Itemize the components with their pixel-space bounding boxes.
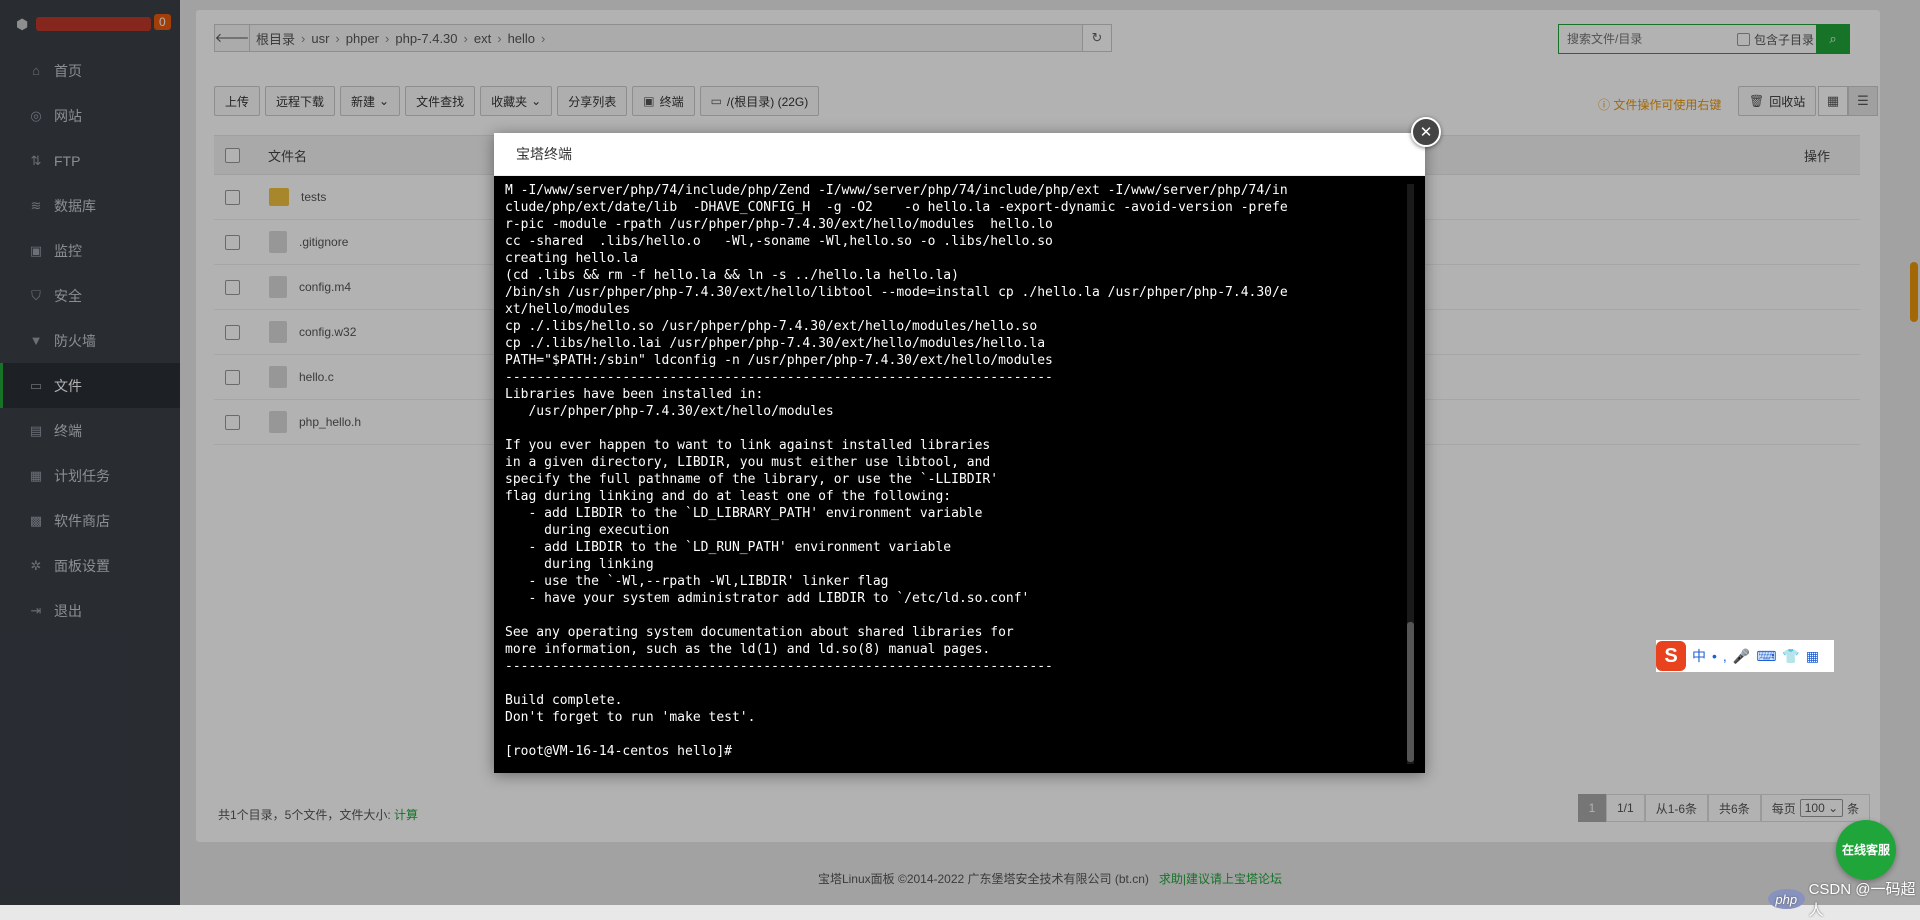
terminal-output: M -I/www/server/php/74/include/php/Zend … [505, 183, 1288, 759]
watermark: php CSDN @一码超人 [1762, 878, 1920, 920]
ime-toolbar[interactable]: S 中•,🎤⌨👕▦ [1656, 640, 1834, 672]
close-icon: ✕ [1419, 124, 1433, 141]
close-button[interactable]: ✕ [1411, 117, 1441, 147]
terminal-screen[interactable]: M -I/www/server/php/74/include/php/Zend … [494, 176, 1425, 773]
dialog-title: 宝塔终端 [494, 133, 1425, 176]
watermark-text: CSDN @一码超人 [1808, 881, 1916, 919]
ime-controls: 中•,🎤⌨👕▦ [1692, 648, 1826, 664]
online-service-button[interactable]: 在线客服 [1836, 820, 1896, 880]
terminal-scrollbar[interactable] [1407, 622, 1414, 762]
sogou-logo-icon: S [1656, 641, 1686, 671]
terminal-dialog: 宝塔终端 ✕ M -I/www/server/php/74/include/ph… [494, 117, 1441, 773]
php-logo: php [1768, 889, 1805, 909]
